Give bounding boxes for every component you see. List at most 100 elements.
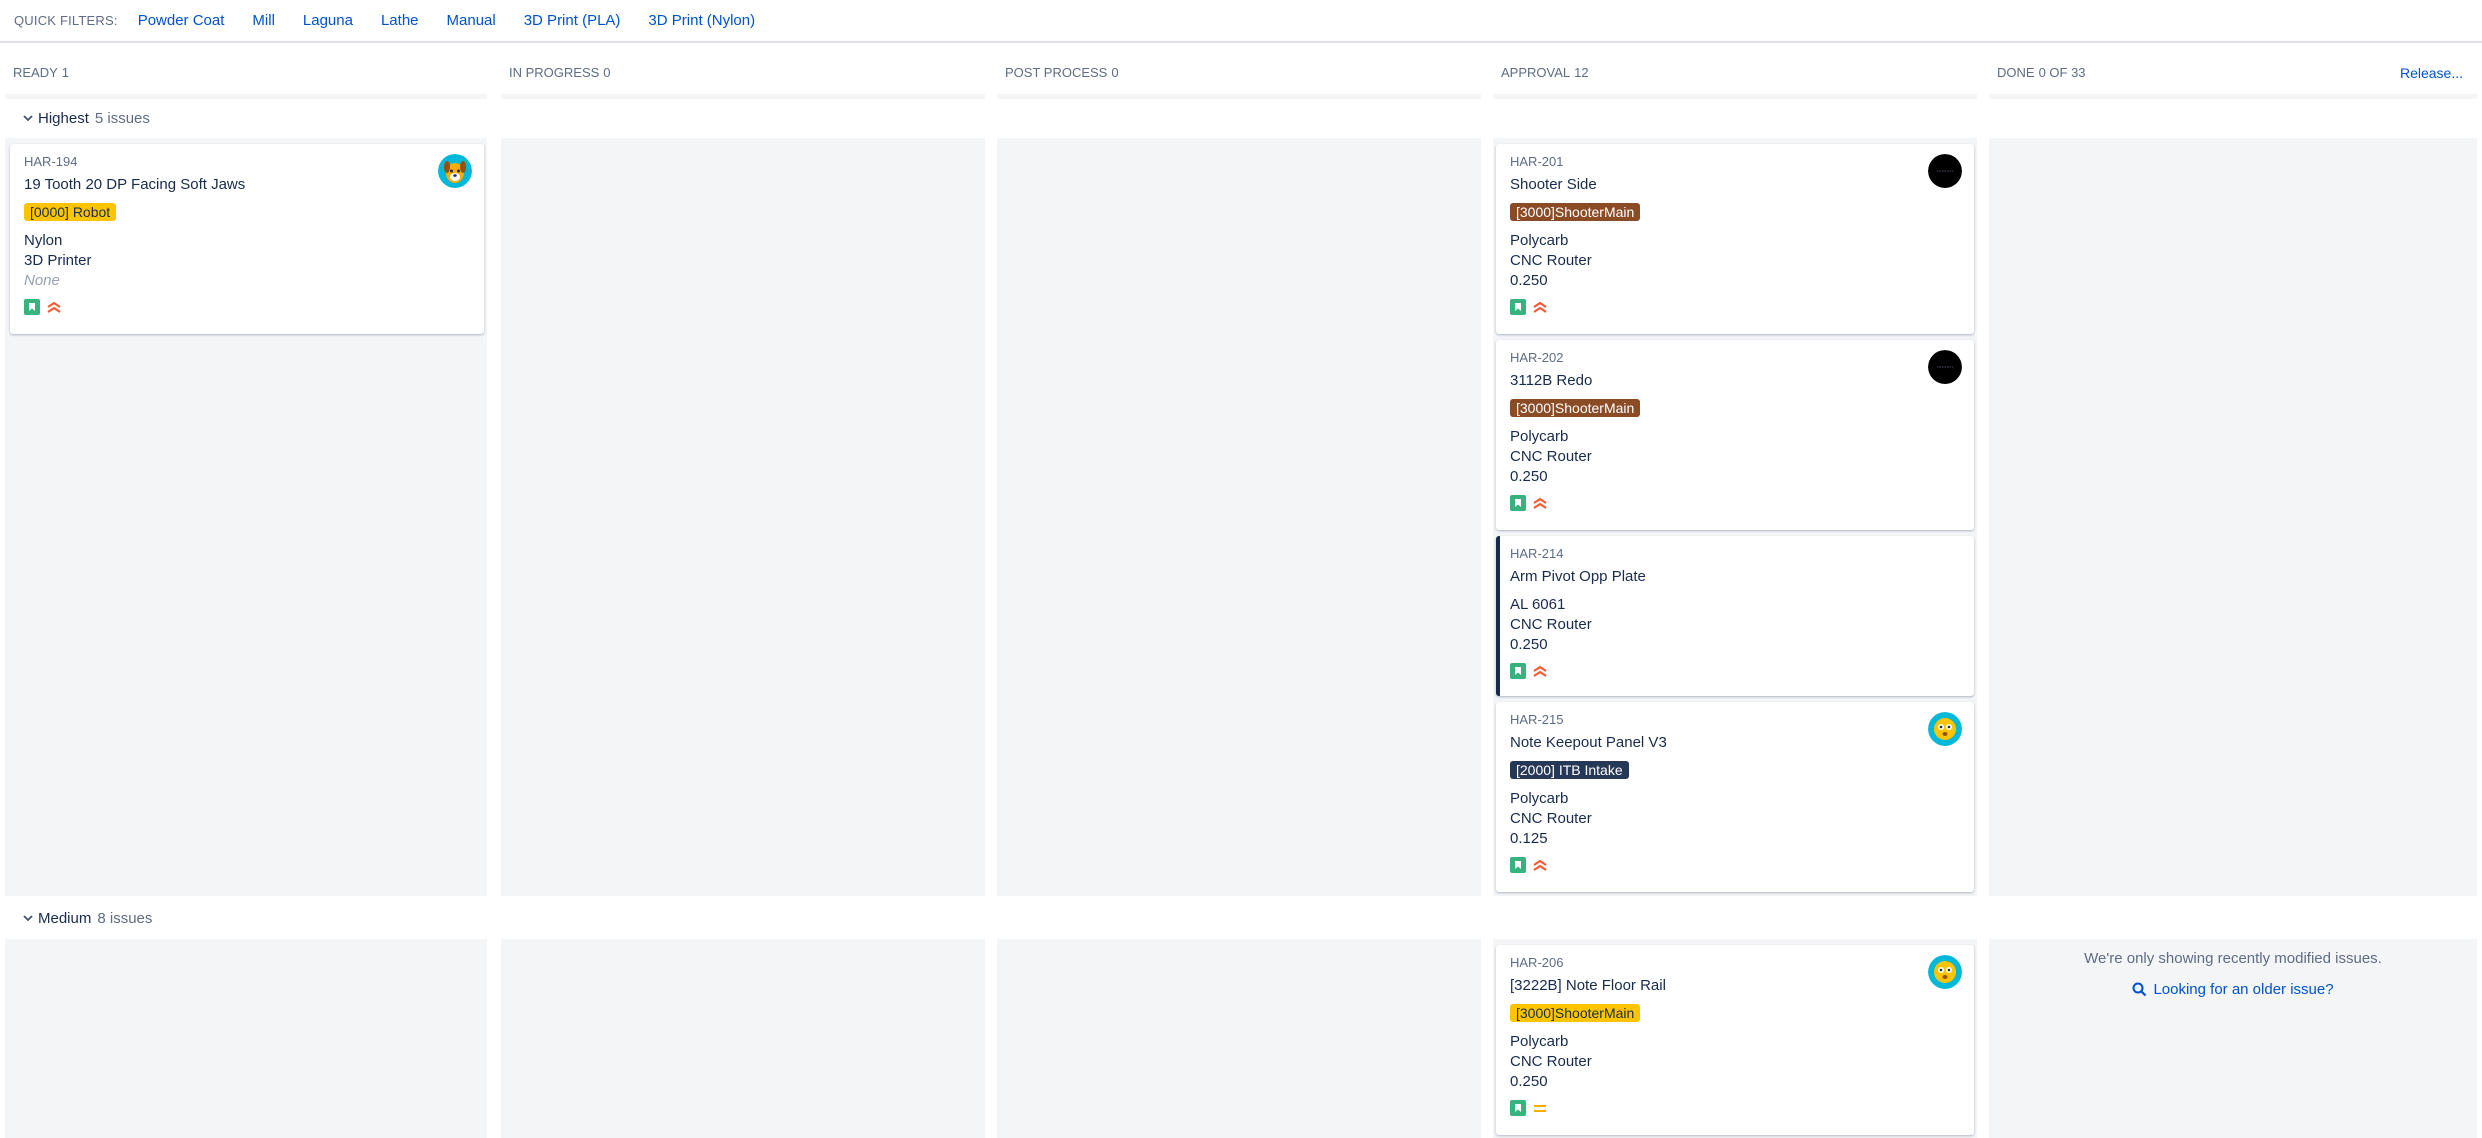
column-in-progress-highest: [501, 138, 985, 896]
quick-filter-lathe[interactable]: Lathe: [381, 12, 419, 29]
issue-card-har-194[interactable]: HAR-194 19 Tooth 20 DP Facing Soft Jaws …: [10, 144, 484, 334]
column-ready-medium: [5, 939, 487, 1138]
older-issues-message: We're only showing recently modified iss…: [2084, 950, 2382, 967]
thickness-field: None: [24, 272, 60, 289]
material-field: Polycarb: [1510, 1033, 1569, 1050]
column-count: 1: [61, 65, 70, 80]
issue-summary: [3222B] Note Floor Rail: [1510, 977, 1666, 994]
material-field: Nylon: [24, 232, 63, 249]
epic-label: [3000]ShooterMain: [1510, 399, 1641, 417]
column-header-post-process: POST PROCESS 0: [997, 55, 1481, 99]
column-name: READY: [13, 65, 58, 80]
machine-field: CNC Router: [1510, 448, 1592, 465]
older-issues-link[interactable]: Looking for an older issue?: [2132, 981, 2334, 998]
story-icon: [24, 299, 40, 315]
column-in-progress-medium: [501, 939, 985, 1138]
swimlane-name: Medium: [38, 909, 92, 927]
column-name: IN PROGRESS: [509, 65, 600, 80]
release-link[interactable]: Release...: [2400, 65, 2463, 81]
column-header-in-progress: IN PROGRESS 0: [501, 55, 985, 99]
issue-key[interactable]: HAR-215: [1510, 712, 1960, 727]
story-icon: [1510, 299, 1526, 315]
column-post-process-medium: [997, 939, 1481, 1138]
issue-key[interactable]: HAR-206: [1510, 955, 1960, 970]
older-issues-panel: We're only showing recently modified iss…: [1989, 950, 2477, 1001]
issue-key[interactable]: HAR-201: [1510, 154, 1960, 169]
machine-field: CNC Router: [1510, 252, 1592, 269]
issue-summary: Note Keepout Panel V3: [1510, 734, 1667, 751]
quick-filter-manual[interactable]: Manual: [447, 12, 496, 29]
issue-summary: 19 Tooth 20 DP Facing Soft Jaws: [24, 176, 246, 193]
column-name: DONE: [1997, 65, 2035, 80]
thickness-field: 0.250: [1510, 636, 1548, 653]
issue-key[interactable]: HAR-194: [24, 154, 470, 169]
machine-field: CNC Router: [1510, 1053, 1592, 1070]
thickness-field: 0.125: [1510, 830, 1548, 847]
chevron-down-icon: [23, 915, 33, 922]
column-post-process-highest: [997, 138, 1481, 896]
issue-summary: Arm Pivot Opp Plate: [1510, 568, 1646, 585]
priority-highest-icon: [1533, 859, 1547, 871]
column-header-ready: READY 1: [5, 55, 487, 99]
quick-filter-3d-print-nylon[interactable]: 3D Print (Nylon): [648, 12, 755, 29]
material-field: Polycarb: [1510, 428, 1569, 445]
quick-filter-3d-print-pla[interactable]: 3D Print (PLA): [524, 12, 621, 29]
priority-highest-icon: [1533, 497, 1547, 509]
priority-medium-icon: [1534, 1105, 1546, 1112]
issue-summary: Shooter Side: [1510, 176, 1597, 193]
assignee-avatar-face[interactable]: [1928, 712, 1962, 746]
search-icon: [2132, 982, 2147, 997]
story-icon: [1510, 663, 1526, 679]
issue-key[interactable]: HAR-202: [1510, 350, 1960, 365]
swimlane-name: Highest: [38, 109, 89, 127]
priority-highest-icon: [1533, 665, 1547, 677]
thickness-field: 0.250: [1510, 272, 1548, 289]
thickness-field: 0.250: [1510, 1073, 1548, 1090]
column-name: APPROVAL: [1501, 65, 1571, 80]
issue-card-har-202[interactable]: HAR-202 3112B Redo [3000]ShooterMain Pol…: [1496, 340, 1974, 530]
material-field: Polycarb: [1510, 790, 1569, 807]
story-icon: [1510, 495, 1526, 511]
assignee-avatar[interactable]: [1928, 350, 1962, 384]
issue-card-har-214[interactable]: HAR-214 Arm Pivot Opp Plate AL 6061 CNC …: [1496, 536, 1974, 696]
material-field: AL 6061: [1510, 596, 1566, 613]
swimlane-issue-count: 8 issues: [97, 909, 153, 927]
quick-filter-powder-coat[interactable]: Powder Coat: [138, 12, 225, 29]
issue-card-har-206[interactable]: HAR-206 [3222B] Note Floor Rail [3000]Sh…: [1496, 945, 1974, 1135]
epic-label: [3000]ShooterMain: [1510, 203, 1641, 221]
machine-field: CNC Router: [1510, 810, 1592, 827]
machine-field: CNC Router: [1510, 616, 1592, 633]
swimlane-header-highest[interactable]: Highest 5 issues: [0, 103, 2482, 133]
column-done-highest: [1989, 138, 2477, 896]
story-icon: [1510, 1100, 1526, 1116]
assignee-avatar-dog[interactable]: [438, 154, 472, 188]
issue-summary: 3112B Redo: [1510, 372, 1593, 389]
assignee-avatar-face[interactable]: [1928, 955, 1962, 989]
chevron-down-icon: [23, 115, 33, 122]
column-name: POST PROCESS: [1005, 65, 1108, 80]
quick-filter-mill[interactable]: Mill: [252, 12, 275, 29]
quick-filters-bar: QUICK FILTERS: Powder Coat Mill Laguna L…: [0, 0, 2482, 43]
assignee-avatar[interactable]: [1928, 154, 1962, 188]
column-count: 0 OF 33: [2038, 65, 2086, 80]
material-field: Polycarb: [1510, 232, 1569, 249]
thickness-field: 0.250: [1510, 468, 1548, 485]
issue-key[interactable]: HAR-214: [1510, 546, 1960, 561]
older-issues-link-label[interactable]: Looking for an older issue?: [2153, 981, 2333, 998]
swimlane-header-medium[interactable]: Medium 8 issues: [0, 903, 2482, 933]
swimlane-issue-count: 5 issues: [94, 109, 150, 127]
priority-highest-icon: [47, 301, 61, 313]
column-count: 0: [1111, 65, 1119, 80]
quick-filter-laguna[interactable]: Laguna: [303, 12, 353, 29]
epic-label: [2000] ITB Intake: [1510, 761, 1629, 779]
issue-card-har-215[interactable]: HAR-215 Note Keepout Panel V3 [2000] ITB…: [1496, 702, 1974, 892]
issue-card-har-201[interactable]: HAR-201 Shooter Side [3000]ShooterMain P…: [1496, 144, 1974, 334]
epic-label: [3000]ShooterMain: [1510, 1004, 1641, 1022]
story-icon: [1510, 857, 1526, 873]
column-count: 12: [1574, 65, 1589, 80]
priority-highest-icon: [1533, 301, 1547, 313]
quick-filters-label: QUICK FILTERS:: [14, 13, 118, 28]
column-header-approval: APPROVAL 12: [1493, 55, 1977, 99]
machine-field: 3D Printer: [24, 252, 92, 269]
column-header-done: DONE 0 OF 33 Release...: [1989, 55, 2477, 99]
